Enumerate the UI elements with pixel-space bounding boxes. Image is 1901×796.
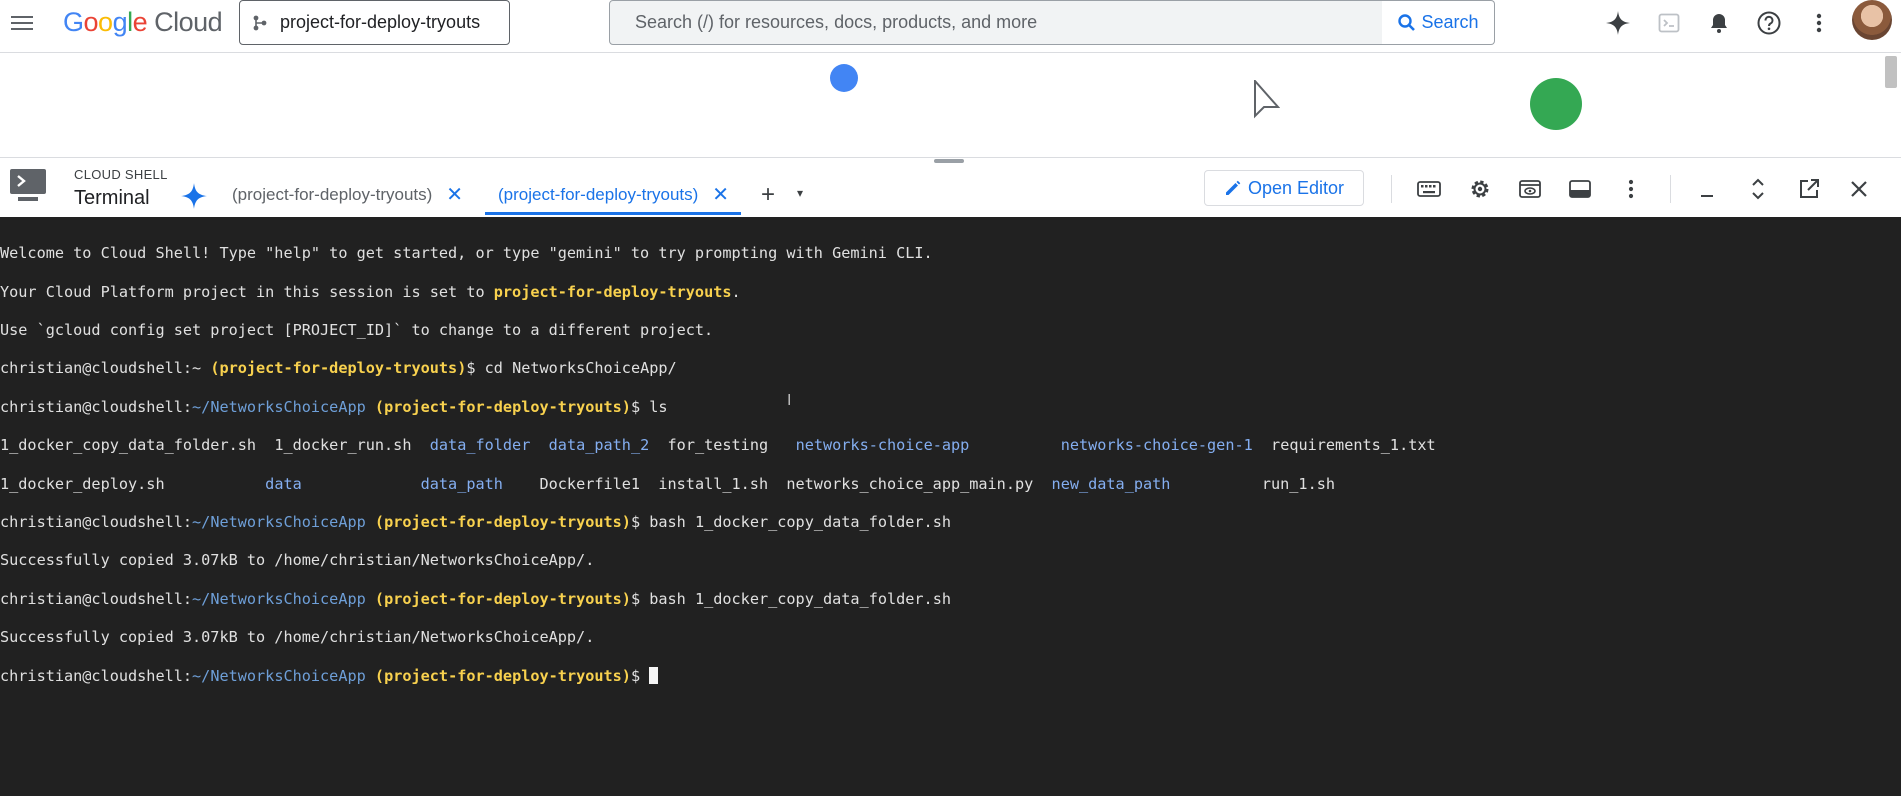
close-tab-icon[interactable]: ✕ bbox=[712, 185, 729, 205]
pencil-icon bbox=[1225, 180, 1241, 195]
layout-icon[interactable] bbox=[1565, 174, 1595, 204]
terminal-prompt-line: christian@cloudshell:~/NetworksChoiceApp… bbox=[0, 666, 1901, 686]
page-content-area bbox=[0, 54, 1901, 157]
tab-label: (project-for-deploy-tryouts) bbox=[498, 185, 699, 204]
file-entry bbox=[969, 436, 1060, 454]
directory-entry: data_folder bbox=[429, 436, 531, 455]
terminal-line: Your Cloud Platform project in this sess… bbox=[0, 282, 741, 301]
text-cursor-icon: I bbox=[787, 392, 792, 409]
terminal-prompt-line: christian@cloudshell:~/NetworksChoiceApp… bbox=[0, 512, 951, 531]
terminal-title: Terminal bbox=[74, 187, 150, 209]
more-vert-icon[interactable] bbox=[1805, 9, 1833, 37]
open-editor-label: Open Editor bbox=[1247, 177, 1345, 198]
settings-icon[interactable] bbox=[1465, 174, 1495, 204]
file-entry bbox=[530, 436, 548, 454]
more-vert-icon[interactable] bbox=[1616, 174, 1646, 204]
cloud-shell-label: CLOUD SHELL bbox=[74, 167, 168, 182]
file-entry: for_testing bbox=[649, 436, 796, 455]
project-hierarchy-icon bbox=[240, 14, 280, 32]
menu-icon[interactable] bbox=[10, 12, 34, 36]
file-entry: 1_docker_deploy.sh bbox=[0, 474, 266, 493]
search-input[interactable] bbox=[633, 11, 1237, 34]
project-picker-button[interactable]: project-for-deploy-tryouts bbox=[239, 0, 510, 45]
open-editor-button[interactable]: Open Editor bbox=[1204, 170, 1364, 206]
cloud-console-page: Google Cloud project-for-deploy-tryouts … bbox=[0, 0, 1901, 796]
search-button-label: Search bbox=[1421, 12, 1479, 32]
terminal-tab-1[interactable]: (project-for-deploy-tryouts) ✕ bbox=[232, 185, 463, 205]
directory-entry: data bbox=[265, 474, 302, 493]
active-tab-indicator bbox=[485, 212, 741, 215]
google-cloud-logo[interactable]: Google Cloud bbox=[63, 7, 223, 38]
logo-cloud-text: Cloud bbox=[154, 7, 223, 37]
file-entry: 1_docker_copy_data_folder.sh bbox=[0, 436, 275, 455]
open-new-window-icon[interactable] bbox=[1794, 174, 1824, 204]
gemini-sparkle-icon[interactable] bbox=[180, 182, 208, 210]
help-icon[interactable] bbox=[1755, 9, 1783, 37]
terminal-output[interactable]: Welcome to Cloud Shell! Type "help" to g… bbox=[0, 217, 1901, 796]
keyboard-icon[interactable] bbox=[1414, 174, 1444, 204]
page-scrollbar[interactable] bbox=[1885, 56, 1897, 88]
file-entry: 1_docker_run.sh bbox=[274, 436, 430, 455]
top-navigation-bar: Google Cloud project-for-deploy-tryouts … bbox=[0, 0, 1901, 53]
cloud-shell-terminal-icon bbox=[10, 169, 46, 201]
ls-output-row: 1_docker_copy_data_folder.sh 1_docker_ru… bbox=[0, 436, 1901, 455]
close-tab-icon[interactable]: ✕ bbox=[446, 185, 463, 205]
terminal-line: Successfully copied 3.07kB to /home/chri… bbox=[0, 628, 595, 647]
diagram-node-green bbox=[1530, 78, 1582, 130]
tab-label: (project-for-deploy-tryouts) bbox=[232, 185, 433, 204]
search-icon bbox=[1398, 13, 1416, 31]
terminal-prompt-line: christian@cloudshell:~/NetworksChoiceApp… bbox=[0, 397, 668, 416]
terminal-cursor bbox=[649, 666, 659, 684]
add-tab-button[interactable]: + bbox=[761, 181, 775, 209]
maximize-icon[interactable] bbox=[1743, 174, 1773, 204]
shell-resize-handle[interactable] bbox=[934, 159, 964, 163]
file-entry: requirements_1.txt bbox=[1252, 436, 1436, 455]
close-icon[interactable] bbox=[1844, 174, 1874, 204]
directory-entry: data_path_2 bbox=[548, 436, 650, 455]
diagram-node-blue bbox=[830, 64, 858, 92]
file-entry: run_1.sh bbox=[1170, 474, 1336, 493]
gemini-icon[interactable] bbox=[1604, 9, 1632, 37]
terminal-prompt-line: christian@cloudshell:~/NetworksChoiceApp… bbox=[0, 589, 951, 608]
terminal-tab-2[interactable]: (project-for-deploy-tryouts) ✕ bbox=[498, 185, 729, 205]
cloud-shell-icon[interactable] bbox=[1655, 9, 1683, 37]
minimize-icon[interactable] bbox=[1692, 174, 1722, 204]
mouse-pointer-icon bbox=[1254, 80, 1280, 119]
search-button[interactable]: Search bbox=[1382, 0, 1495, 45]
directory-entry: networks-choice-app bbox=[795, 436, 970, 455]
cloud-shell-header: CLOUD SHELL Terminal (project-for-deploy… bbox=[0, 157, 1901, 217]
account-avatar[interactable] bbox=[1852, 0, 1892, 40]
terminal-line: Use `gcloud config set project [PROJECT_… bbox=[0, 320, 714, 339]
toolbar-divider bbox=[1670, 175, 1671, 203]
ls-output-row: 1_docker_deploy.sh data data_path Docker… bbox=[0, 475, 1901, 494]
toolbar-divider bbox=[1391, 175, 1392, 203]
directory-entry: new_data_path bbox=[1051, 474, 1171, 493]
directory-entry: data_path bbox=[420, 474, 503, 493]
tab-dropdown-icon[interactable]: ▾ bbox=[797, 186, 803, 200]
directory-entry: networks-choice-gen-1 bbox=[1060, 436, 1253, 455]
file-entry bbox=[302, 475, 421, 493]
search-box bbox=[609, 0, 1383, 45]
terminal-prompt-line: christian@cloudshell:~ (project-for-depl… bbox=[0, 359, 677, 378]
notifications-icon[interactable] bbox=[1705, 9, 1733, 37]
file-entry: Dockerfile1 install_1.sh networks_choice… bbox=[502, 474, 1052, 493]
terminal-line: Successfully copied 3.07kB to /home/chri… bbox=[0, 551, 595, 570]
terminal-line: Welcome to Cloud Shell! Type "help" to g… bbox=[0, 244, 933, 263]
web-preview-icon[interactable] bbox=[1515, 174, 1545, 204]
project-picker-label: project-for-deploy-tryouts bbox=[280, 12, 481, 32]
